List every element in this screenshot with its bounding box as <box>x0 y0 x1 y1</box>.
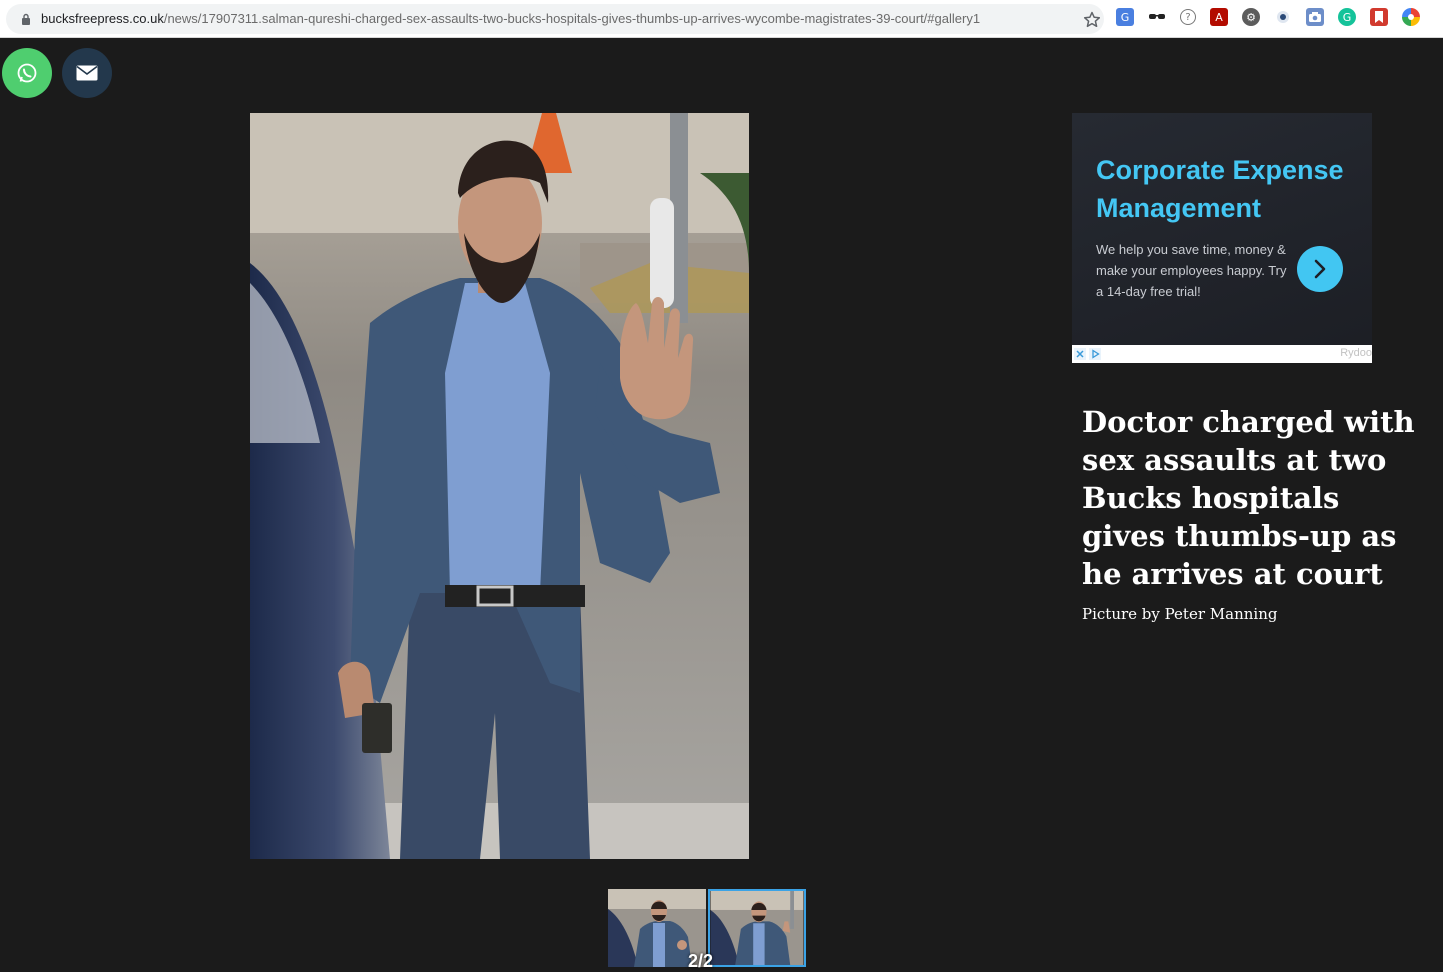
settings-icon[interactable]: ⚙ <box>1242 8 1260 26</box>
advertisement[interactable]: Corporate Expense Management We help you… <box>1072 113 1372 363</box>
ad-footer: Rydoo <box>1072 345 1372 363</box>
ad-brand: Rydoo <box>1340 347 1372 359</box>
ad-choices-icon[interactable] <box>1089 348 1101 360</box>
extension-icons: G ? A ⚙ G <box>1116 8 1420 30</box>
lock-icon <box>22 13 30 25</box>
ad-title[interactable]: Corporate Expense Management <box>1096 151 1356 227</box>
email-share-button[interactable] <box>62 48 112 98</box>
ad-arrow-button[interactable] <box>1297 246 1343 292</box>
photo-credit: Picture by Peter Manning <box>1082 605 1278 623</box>
whatsapp-icon <box>17 63 37 83</box>
google-icon[interactable] <box>1402 8 1420 26</box>
bookmark-icon[interactable] <box>1370 8 1388 26</box>
gallery-headline: Doctor charged with sex assaults at two … <box>1082 405 1415 591</box>
email-icon <box>76 65 98 81</box>
gallery-main-photo[interactable] <box>250 113 749 859</box>
camera-icon[interactable] <box>1306 8 1324 26</box>
star-icon[interactable] <box>1082 10 1102 30</box>
gallery-thumbnails: 2/2 <box>608 889 808 971</box>
pdf-icon[interactable]: A <box>1210 8 1228 26</box>
record-icon[interactable] <box>1274 8 1292 26</box>
browser-toolbar: bucksfreepress.co.uk/news/17907311.salma… <box>0 0 1443 38</box>
grammarly-icon[interactable]: G <box>1338 8 1356 26</box>
whatsapp-share-button[interactable] <box>2 48 52 98</box>
url-domain: bucksfreepress.co.uk <box>41 11 164 26</box>
url-path: /news/17907311.salman-qureshi-charged-se… <box>163 11 981 26</box>
ad-body: We help you save time, money & make your… <box>1096 242 1287 299</box>
translate-icon[interactable]: G <box>1116 8 1134 26</box>
chevron-right-icon <box>1314 259 1326 279</box>
url-text[interactable]: bucksfreepress.co.uk/news/17907311.salma… <box>41 11 980 27</box>
thumbnail-2[interactable] <box>708 889 806 967</box>
gallery-counter: 2/2 <box>688 951 714 971</box>
help-icon[interactable]: ? <box>1180 9 1196 25</box>
ad-close-icon[interactable] <box>1074 348 1086 360</box>
glasses-icon[interactable] <box>1148 8 1166 26</box>
address-bar[interactable]: bucksfreepress.co.uk/news/17907311.salma… <box>6 4 1104 34</box>
